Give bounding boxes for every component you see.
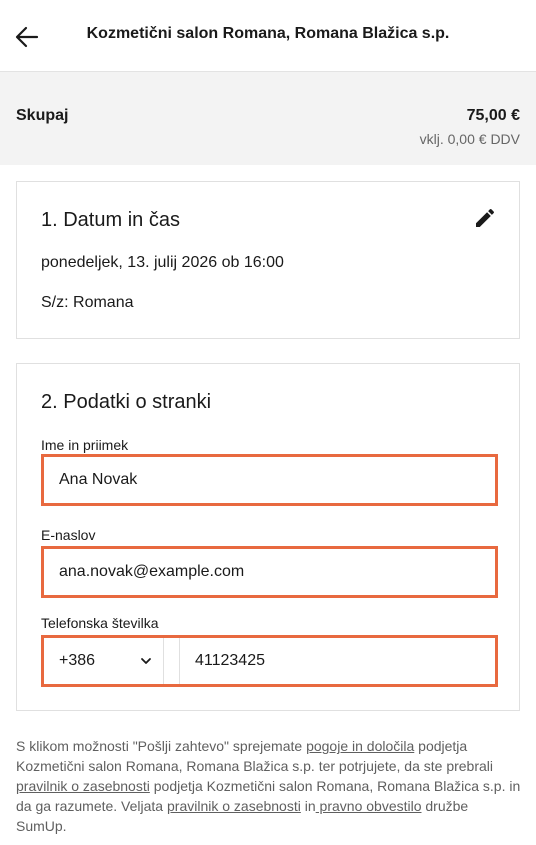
legal-notice: S klikom možnosti "Pošlji zahtevo" sprej…	[16, 736, 521, 836]
email-input[interactable]	[59, 549, 479, 595]
legal-notice-link[interactable]: pravno obvestilo	[316, 798, 422, 814]
vat-note: vklj. 0,00 € DDV	[419, 131, 520, 147]
name-input[interactable]	[59, 457, 479, 503]
divider	[179, 638, 180, 684]
page-title: Kozmetični salon Romana, Romana Blažica …	[86, 25, 450, 42]
phone-field-wrapper: +386	[41, 635, 498, 687]
email-field-wrapper	[41, 546, 498, 598]
legal-text: in	[300, 798, 316, 814]
legal-text: S klikom možnosti "Pošlji zahtevo" sprej…	[16, 738, 307, 754]
chevron-down-icon	[141, 658, 151, 664]
edit-datetime-button[interactable]	[473, 206, 497, 230]
appointment-date: ponedeljek, 13. julij 2026 ob 16:00	[41, 254, 284, 271]
total-amount: 75,00 €	[466, 107, 520, 124]
appointment-staff: S/z: Romana	[41, 294, 134, 311]
sumup-privacy-policy-link[interactable]: pravilnik o zasebnosti	[167, 798, 301, 814]
phone-input[interactable]	[195, 638, 485, 684]
total-label: Skupaj	[16, 107, 69, 124]
client-details-section: 2. Podatki o stranki Ime in priimek E-na…	[16, 363, 520, 711]
privacy-policy-link[interactable]: pravilnik o zasebnosti	[16, 778, 150, 794]
pencil-icon	[476, 208, 495, 227]
datetime-title: 1. Datum in čas	[41, 209, 180, 231]
divider	[163, 638, 164, 684]
country-code-select[interactable]: +386	[44, 638, 163, 684]
datetime-section: 1. Datum in čas ponedeljek, 13. julij 20…	[16, 181, 520, 339]
email-label: E-naslov	[41, 527, 96, 543]
top-bar: Kozmetični salon Romana, Romana Blažica …	[0, 0, 536, 72]
total-summary: Skupaj 75,00 € vklj. 0,00 € DDV	[0, 72, 536, 165]
phone-label: Telefonska številka	[41, 615, 159, 631]
name-label: Ime in priimek	[41, 437, 129, 453]
terms-link[interactable]: pogoje in določila	[306, 738, 414, 754]
client-details-title: 2. Podatki o stranki	[41, 391, 212, 413]
country-code-value: +386	[59, 652, 96, 669]
name-field-wrapper	[41, 454, 498, 506]
